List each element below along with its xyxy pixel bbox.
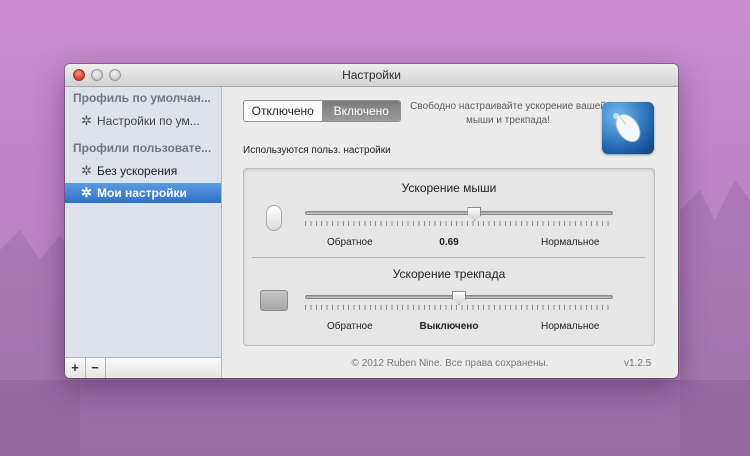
trackpad-left-label: Обратное: [327, 321, 373, 332]
title-bar: Настройки: [65, 64, 678, 87]
sidebar-item-default-settings[interactable]: ✲ Настройки по ум...: [65, 111, 221, 131]
trackpad-right-label: Нормальное: [541, 321, 600, 332]
mouse-slider-ticks: [305, 221, 613, 226]
mouse-slider-thumb[interactable]: [467, 207, 482, 221]
mouse-acceleration-title: Ускорение мыши: [401, 181, 497, 195]
mouse-value-label: 0.69: [439, 237, 459, 248]
sidebar-item-my-settings[interactable]: ✲ Мои настройки: [65, 183, 221, 203]
sidebar-item-label: Мои настройки: [97, 186, 187, 200]
version-text: v1.2.5: [624, 358, 652, 369]
settings-window: Настройки Профиль по умолчан... ✲ Настро…: [65, 64, 678, 378]
copyright-text: © 2012 Ruben Nine. Все права сохранены.: [351, 358, 549, 369]
gear-icon: ✲: [81, 113, 92, 128]
mouse-icon: [266, 205, 282, 231]
sidebar-item-no-acceleration[interactable]: ✲ Без ускорения: [65, 161, 221, 181]
sidebar-item-label: Без ускорения: [97, 164, 178, 178]
mouse-slider-track[interactable]: [305, 211, 613, 215]
profiles-sidebar: Профиль по умолчан... ✲ Настройки по ум.…: [65, 87, 222, 378]
enable-toggle[interactable]: Отключено Включено: [243, 100, 401, 122]
tagline: Свободно настраивайте ускорение вашей мы…: [410, 101, 606, 126]
add-profile-button[interactable]: +: [65, 358, 86, 378]
default-profile-header: Профиль по умолчан...: [73, 91, 211, 105]
main-panel: Отключено Включено Свободно настраивайте…: [222, 87, 678, 378]
section-divider: [252, 257, 646, 258]
sidebar-toolbar: + −: [65, 357, 221, 378]
window-title: Настройки: [342, 68, 401, 82]
trackpad-value-label: Выключено: [419, 321, 479, 332]
gear-icon: ✲: [81, 163, 92, 178]
mouse-app-icon: [602, 102, 654, 154]
gear-icon: ✲: [81, 185, 92, 200]
trackpad-slider-thumb[interactable]: [452, 291, 466, 305]
using-settings-label: Используются польз. настройки: [243, 145, 391, 156]
toggle-on-segment[interactable]: Включено: [322, 101, 400, 121]
mouse-left-label: Обратное: [327, 237, 373, 248]
trackpad-acceleration-title: Ускорение трекпада: [392, 267, 506, 281]
trackpad-icon: [260, 290, 288, 311]
sidebar-item-label: Настройки по ум...: [97, 114, 200, 128]
remove-profile-button[interactable]: −: [85, 358, 106, 378]
user-profiles-header: Профили пользовате...: [73, 141, 212, 155]
mouse-right-label: Нормальное: [541, 237, 600, 248]
acceleration-panel: Ускорение мыши Обратное 0.69 Нормальное …: [243, 168, 655, 346]
trackpad-slider-ticks: [305, 305, 613, 310]
toggle-off-segment[interactable]: Отключено: [244, 101, 323, 121]
